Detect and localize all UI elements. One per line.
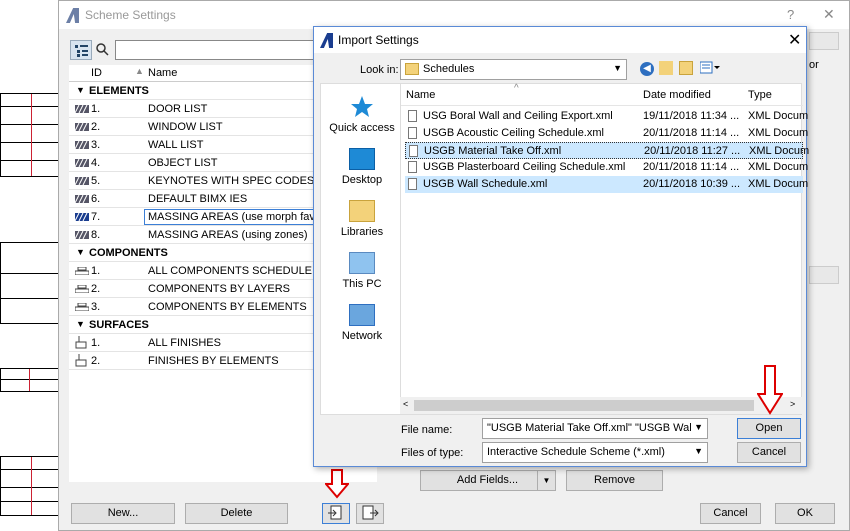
file-name-label: File name:	[401, 424, 453, 436]
file-type-select[interactable]: Interactive Schedule Scheme (*.xml) ▼	[482, 442, 708, 463]
scroll-left-icon[interactable]: <	[403, 399, 408, 409]
file-row[interactable]: USG Boral Wall and Ceiling Export.xml 19/…	[405, 108, 808, 125]
file-icon	[408, 161, 417, 173]
collapse-arrow-icon[interactable]: ▼	[76, 85, 85, 95]
component-scheme-icon	[75, 267, 89, 275]
surface-brush-icon	[75, 354, 87, 367]
folder-icon	[405, 63, 419, 75]
place-libraries[interactable]: Libraries	[321, 200, 403, 238]
scheme-close-button[interactable]: ✕	[823, 6, 835, 23]
cancel-button[interactable]: Cancel	[737, 442, 801, 463]
remove-button[interactable]: Remove	[566, 470, 663, 491]
background-drawing-3	[0, 368, 60, 392]
file-icon	[408, 178, 417, 190]
right-pane-fragment-text: or	[809, 59, 819, 71]
right-pane-section	[809, 266, 839, 284]
place-network[interactable]: Network	[321, 304, 403, 342]
file-icon	[408, 110, 417, 122]
import-title: Import Settings	[338, 33, 419, 47]
file-icon	[408, 127, 417, 139]
element-scheme-icon	[75, 231, 89, 239]
scroll-thumb[interactable]	[414, 400, 754, 411]
surface-brush-icon	[75, 336, 87, 349]
place-desktop[interactable]: Desktop	[321, 148, 403, 186]
file-row-selected[interactable]: USGB Material Take Off.xml 20/11/2018 11:…	[405, 142, 809, 159]
archicad-app-icon	[320, 33, 333, 48]
element-scheme-icon	[75, 177, 89, 185]
horizontal-scrollbar[interactable]: < >	[400, 397, 802, 414]
computer-icon	[349, 252, 375, 274]
red-arrow-icon	[757, 365, 783, 415]
element-scheme-icon	[75, 123, 89, 131]
scheme-title: Scheme Settings	[85, 8, 176, 22]
chevron-down-icon: ▼	[694, 422, 703, 432]
places-bar: Quick access Desktop Libraries This PC N…	[320, 83, 402, 415]
star-icon	[351, 96, 373, 117]
desktop-icon	[349, 148, 375, 170]
component-scheme-icon	[75, 303, 89, 311]
import-settings-dialog: Import Settings ✕ Look in: Schedules ▼ ◀…	[313, 26, 809, 467]
open-button[interactable]: Open	[737, 418, 801, 439]
collapse-arrow-icon[interactable]: ▼	[76, 319, 85, 329]
background-drawing-2	[0, 242, 60, 324]
element-scheme-icon	[75, 141, 89, 149]
up-folder-icon[interactable]	[659, 61, 673, 75]
element-scheme-icon	[75, 159, 89, 167]
chevron-down-icon: ▼	[613, 63, 622, 73]
red-arrow-icon	[325, 469, 349, 499]
type-column-header[interactable]: Type	[748, 89, 772, 101]
help-button[interactable]: ?	[787, 7, 794, 22]
background-drawing-1	[0, 93, 60, 177]
scroll-right-icon[interactable]: >	[790, 399, 795, 409]
file-row-selected[interactable]: USGB Wall Schedule.xml 20/11/2018 10:39 .…	[405, 176, 808, 193]
file-list: Name ^ Date modified Type USG Boral Wall…	[400, 83, 809, 415]
place-this-pc[interactable]: This PC	[321, 252, 403, 290]
place-quick-access[interactable]: Quick access	[321, 96, 403, 134]
name-column-header[interactable]: Name	[406, 89, 435, 101]
import-titlebar: Import Settings ✕	[314, 27, 806, 53]
back-icon[interactable]: ◀	[640, 62, 654, 76]
archicad-app-icon	[66, 8, 79, 23]
look-in-select[interactable]: Schedules ▼	[400, 59, 627, 80]
element-scheme-icon	[75, 213, 89, 221]
date-column-header[interactable]: Date modified	[643, 89, 711, 101]
libraries-icon	[349, 200, 375, 222]
search-icon[interactable]	[95, 42, 109, 59]
view-menu-icon[interactable]	[699, 61, 720, 75]
export-scheme-icon[interactable]	[356, 503, 384, 524]
sort-up-icon: ^	[514, 83, 519, 94]
close-icon[interactable]: ✕	[788, 30, 801, 50]
chevron-down-icon: ▼	[694, 446, 703, 456]
collapse-arrow-icon[interactable]: ▼	[76, 247, 85, 257]
right-pane-header	[809, 32, 839, 50]
file-type-label: Files of type:	[401, 447, 464, 459]
element-scheme-icon	[75, 195, 89, 203]
scheme-titlebar: Scheme Settings ? ✕	[59, 1, 849, 29]
ok-button[interactable]: OK	[775, 503, 835, 524]
id-column-header[interactable]: ID	[91, 67, 102, 79]
file-list-header: Name ^ Date modified Type	[401, 83, 803, 106]
file-row[interactable]: USGB Plasterboard Ceiling Schedule.xml 20…	[405, 159, 808, 176]
element-scheme-icon	[75, 105, 89, 113]
file-icon	[409, 145, 418, 157]
new-button[interactable]: New...	[71, 503, 175, 524]
look-in-label: Look in:	[360, 64, 399, 76]
background-drawing-4	[0, 456, 60, 516]
network-icon	[349, 304, 375, 326]
file-name-input[interactable]: "USGB Material Take Off.xml" "USGB Wall …	[482, 418, 708, 439]
add-fields-dropdown-icon[interactable]: ▼	[537, 470, 556, 491]
delete-button[interactable]: Delete	[185, 503, 288, 524]
sort-up-icon: ▲	[135, 66, 144, 76]
tree-view-toggle-icon[interactable]	[70, 40, 92, 60]
name-column-header[interactable]: Name	[148, 67, 177, 79]
cancel-button[interactable]: Cancel	[700, 503, 761, 524]
add-fields-button[interactable]: Add Fields...	[420, 470, 555, 491]
new-folder-icon[interactable]	[679, 61, 693, 75]
file-row[interactable]: USGB Acoustic Ceiling Schedule.xml 20/11/…	[405, 125, 808, 142]
import-scheme-icon[interactable]	[322, 503, 350, 524]
component-scheme-icon	[75, 285, 89, 293]
